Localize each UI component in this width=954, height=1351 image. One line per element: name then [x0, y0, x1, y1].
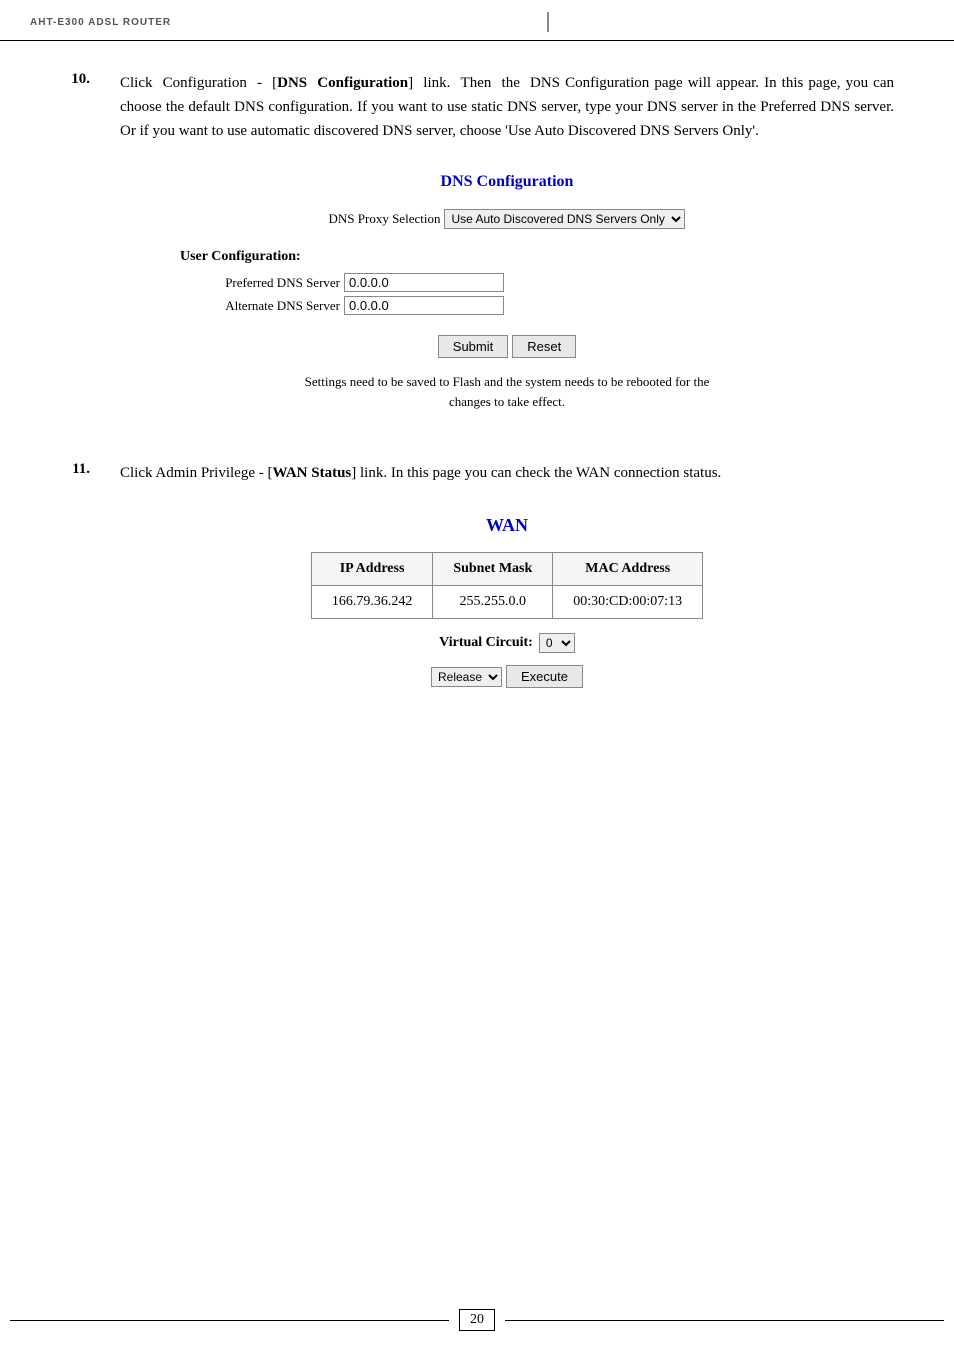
step-10-number: 10. — [60, 71, 100, 421]
wan-subnet-value: 255.255.0.0 — [433, 586, 553, 619]
alternate-dns-row: Alternate DNS Server — [180, 296, 504, 315]
preferred-dns-label: Preferred DNS Server — [180, 275, 340, 291]
wan-ip-value: 166.79.36.242 — [311, 586, 433, 619]
dns-proxy-label: DNS Proxy Selection — [329, 211, 441, 227]
alternate-dns-label: Alternate DNS Server — [180, 298, 340, 314]
vc-label: Virtual Circuit: — [439, 635, 533, 651]
header-divider — [171, 12, 924, 32]
execute-button[interactable]: Execute — [506, 665, 583, 688]
wan-mac-value: 00:30:CD:00:07:13 — [553, 586, 703, 619]
dns-config-section: DNS Configuration DNS Proxy Selection Us… — [120, 163, 894, 421]
user-config-title: User Configuration: — [180, 249, 301, 265]
wan-section: WAN IP Address Subnet Mask MAC Address — [120, 505, 894, 698]
save-note: Settings need to be saved to Flash and t… — [120, 372, 894, 411]
wan-col-mac: MAC Address — [553, 553, 703, 586]
step-11-number: 11. — [60, 461, 100, 698]
dns-proxy-select[interactable]: Use Auto Discovered DNS Servers Only — [444, 209, 685, 229]
wan-table-header-row: IP Address Subnet Mask MAC Address — [311, 553, 702, 586]
step-11-content: Click Admin Privilege - [WAN Status] lin… — [120, 461, 894, 698]
page-number: 20 — [459, 1309, 495, 1331]
reset-button[interactable]: Reset — [512, 335, 576, 358]
vc-select[interactable]: 0 — [539, 633, 575, 653]
user-config-section: User Configuration: Preferred DNS Server… — [120, 249, 894, 319]
wan-col-subnet: Subnet Mask — [433, 553, 553, 586]
alternate-dns-input[interactable] — [344, 296, 504, 315]
footer: 20 — [0, 1309, 954, 1331]
main-content: 10. Click Configuration - [DNS Configura… — [0, 41, 954, 798]
header-logo: AHT-E300 ADSL ROUTER — [30, 17, 171, 28]
step-11-section: 11. Click Admin Privilege - [WAN Status]… — [60, 461, 894, 698]
dns-buttons-row: Submit Reset — [120, 335, 894, 358]
step-10-content: Click Configuration - [DNS Configuration… — [120, 71, 894, 421]
wan-table-row: 166.79.36.242 255.255.0.0 00:30:CD:00:07… — [311, 586, 702, 619]
step-10-bold: DNS Configuration — [277, 75, 408, 91]
virtual-circuit-row: Virtual Circuit: 0 — [120, 633, 894, 653]
step-10-section: 10. Click Configuration - [DNS Configura… — [60, 71, 894, 421]
footer-right-line — [505, 1320, 944, 1321]
header-line — [547, 12, 549, 32]
wan-table-container: IP Address Subnet Mask MAC Address 166.7… — [120, 552, 894, 619]
release-select[interactable]: Release — [431, 667, 502, 687]
header: AHT-E300 ADSL ROUTER — [0, 0, 954, 41]
preferred-dns-row: Preferred DNS Server — [180, 273, 504, 292]
step-11-text: Click Admin Privilege - [WAN Status] lin… — [120, 461, 894, 485]
wan-table: IP Address Subnet Mask MAC Address 166.7… — [311, 552, 703, 619]
wan-col-ip: IP Address — [311, 553, 433, 586]
dns-config-title: DNS Configuration — [120, 173, 894, 191]
preferred-dns-input[interactable] — [344, 273, 504, 292]
step-10-text: Click Configuration - [DNS Configuration… — [120, 71, 894, 143]
dns-proxy-row: DNS Proxy Selection Use Auto Discovered … — [120, 209, 894, 229]
wan-title: WAN — [120, 515, 894, 536]
page-container: AHT-E300 ADSL ROUTER 10. Click Configura… — [0, 0, 954, 1351]
step-11-bold: WAN Status — [272, 465, 351, 481]
footer-left-line — [10, 1320, 449, 1321]
release-row: Release Execute — [120, 665, 894, 688]
submit-button[interactable]: Submit — [438, 335, 508, 358]
